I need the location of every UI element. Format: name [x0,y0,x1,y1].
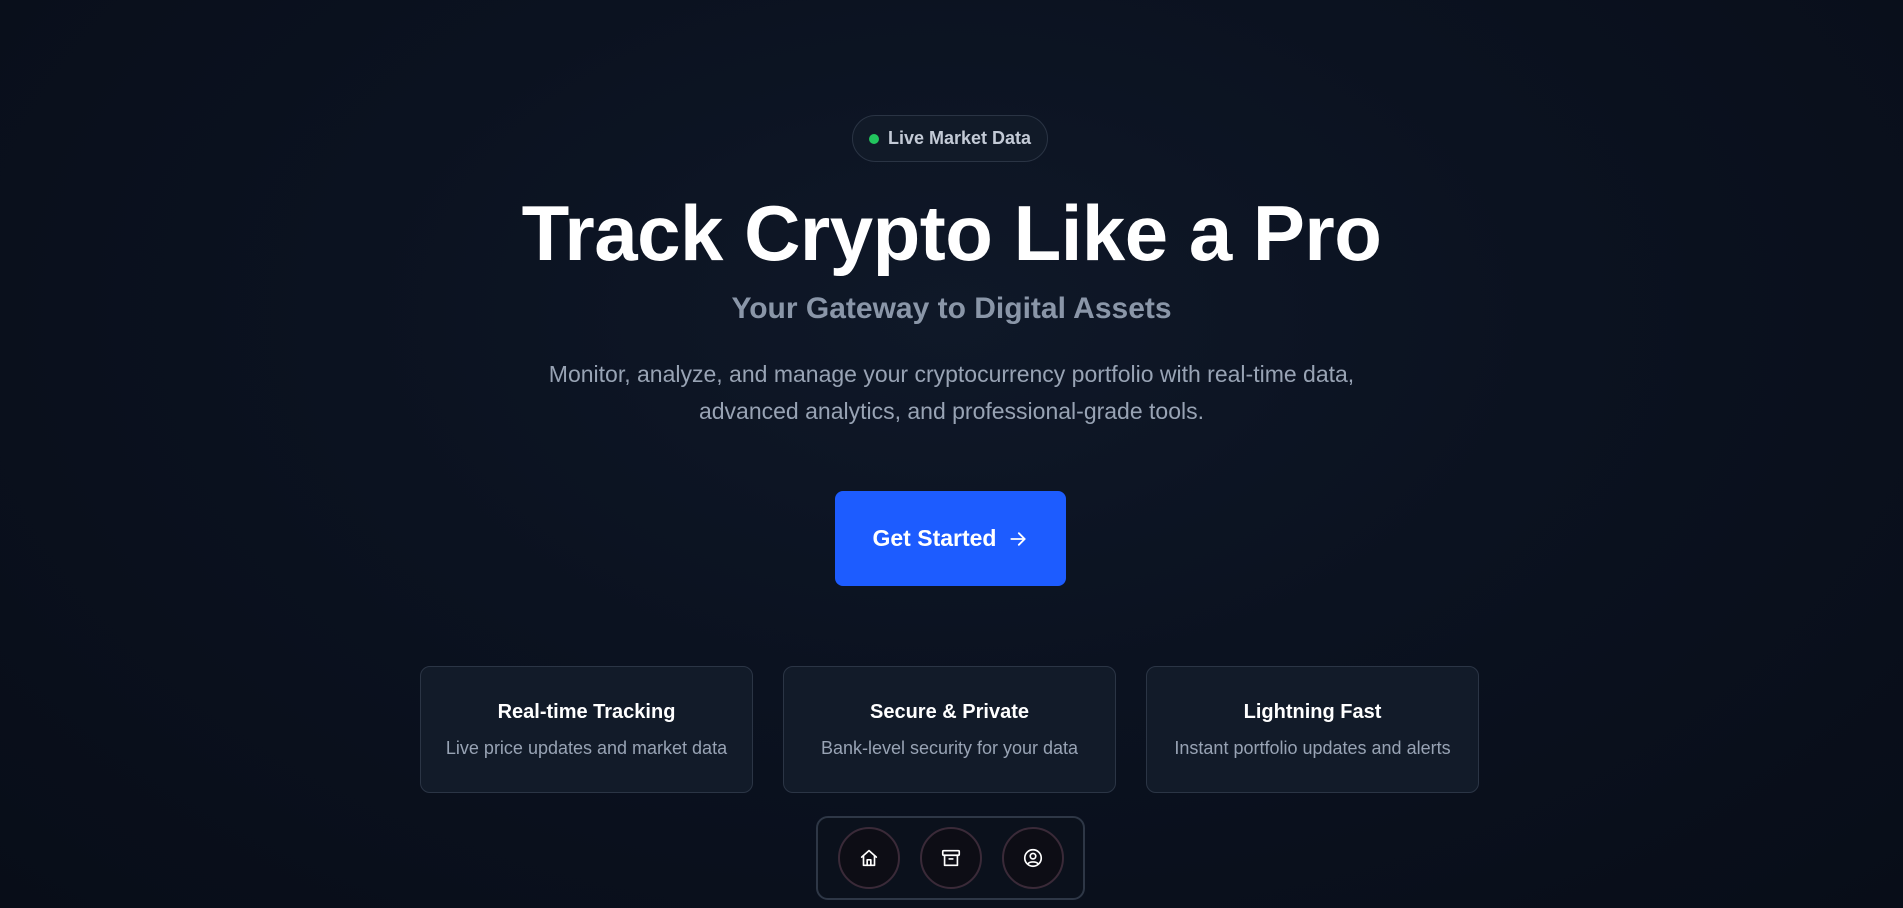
nav-archive-button[interactable] [919,827,982,889]
landing-page: Live Market Data Track Crypto Like a Pro… [0,0,1903,908]
feature-card-secure-private: Secure & Private Bank-level security for… [783,666,1116,793]
features-row: Real-time Tracking Live price updates an… [420,666,1481,793]
hero-title: Track Crypto Like a Pro [521,189,1382,277]
live-status-dot [868,133,879,144]
bottom-nav [816,816,1085,900]
feature-title: Secure & Private [870,700,1029,723]
feature-title: Lightning Fast [1243,700,1382,723]
feature-description: Live price updates and market data [445,737,728,758]
hero-description: Monitor, analyze, and manage your crypto… [548,361,1355,424]
nav-profile-button[interactable] [1001,827,1064,889]
get-started-button[interactable]: Get Started [835,491,1066,586]
arrow-right-icon [1008,529,1028,549]
get-started-label: Get Started [872,525,997,551]
home-icon [860,849,877,867]
archive-icon [941,849,960,867]
feature-card-lightning-fast: Lightning Fast Instant portfolio updates… [1146,666,1479,793]
feature-card-realtime-tracking: Real-time Tracking Live price updates an… [420,666,753,793]
nav-home-button[interactable] [837,827,900,889]
user-circle-icon [1023,848,1042,868]
feature-description: Bank-level security for your data [820,737,1079,758]
badge-label: Live Market Data [887,128,1032,148]
live-market-badge: Live Market Data [852,115,1048,162]
feature-description: Instant portfolio updates and alerts [1174,737,1451,758]
hero-subtitle: Your Gateway to Digital Assets [731,292,1172,325]
feature-title: Real-time Tracking [497,700,676,723]
